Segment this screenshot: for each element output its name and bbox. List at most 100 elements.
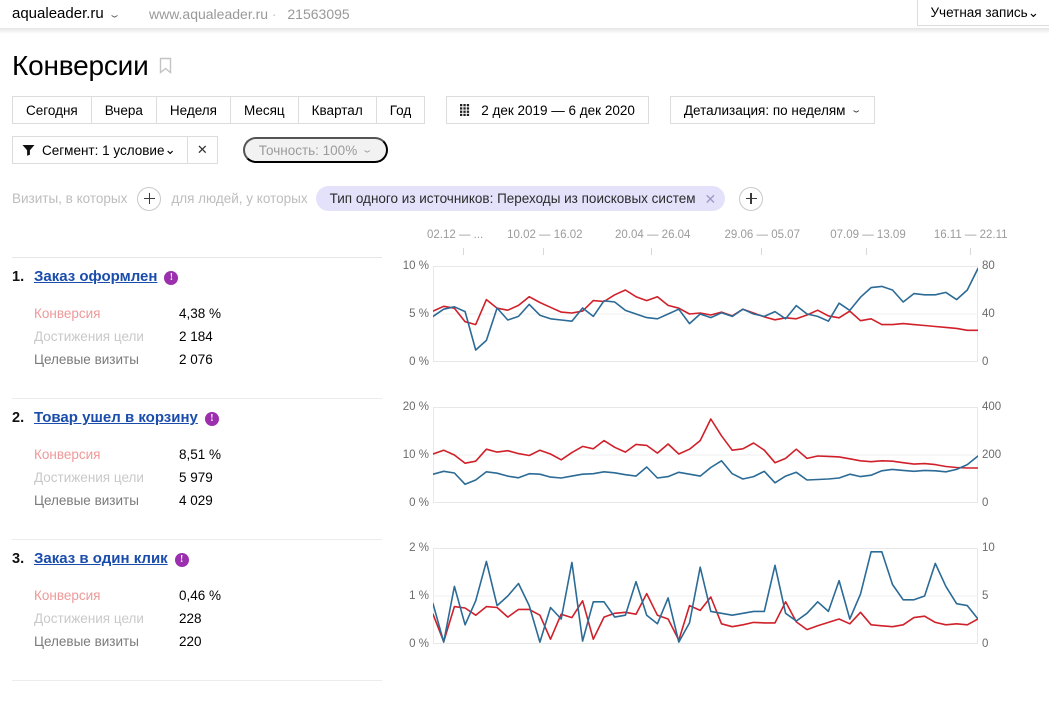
period-button-month[interactable]: Месяц (229, 96, 299, 124)
condition-chip-traffic-source[interactable]: Тип одного из источников: Переходы из по… (315, 186, 726, 211)
condition-chip-label: Тип одного из источников: Переходы из по… (329, 191, 696, 206)
calendar-grid-icon (460, 104, 472, 116)
segment-button[interactable]: Сегмент: 1 условие ⌄ (12, 136, 188, 164)
chart-plot-area[interactable] (433, 266, 978, 362)
metric-value: 8,51 % (179, 446, 222, 462)
chart-x-axis: 02.12 — ... 10.02 — 16.02 20.04 — 26.04 29.… (0, 229, 1049, 257)
add-people-condition-button[interactable] (739, 186, 764, 211)
y-axis-left-tick-label: 10 % (402, 449, 429, 461)
site-url: www.aqualeader.ru (148, 6, 269, 22)
metric-goal-reaches: Достижения цели 2 184 (34, 325, 372, 348)
close-icon[interactable]: ✕ (705, 192, 717, 206)
metric-value: 4,38 % (179, 305, 222, 321)
info-badge-icon[interactable]: ! (174, 552, 189, 567)
period-button-quarter[interactable]: Квартал (297, 96, 377, 124)
y-axis-right-tick-label: 40 (982, 308, 995, 320)
metric-value: 220 (179, 633, 202, 649)
goal-divider (12, 680, 382, 681)
goal-metrics: Конверсия 8,51 % Достижения цели 5 979 Целев… (34, 443, 372, 512)
x-axis-tick-label: 29.06 — 05.07 (724, 229, 800, 241)
goal-row: 3. Заказ в один клик! Конверсия 0,46 % Дости… (0, 540, 1049, 680)
y-axis-left-tick-label: 0 % (409, 638, 429, 650)
x-axis-tick-label: 02.12 — ... (426, 229, 484, 241)
people-condition-label: для людей, у которых (171, 191, 308, 206)
period-button-week[interactable]: Неделя (155, 96, 231, 124)
visits-condition-label: Визиты, в которых (12, 191, 128, 206)
goal-name-link[interactable]: Заказ в один клик (34, 550, 168, 567)
goal-summary: 1. Заказ оформлен! Конверсия 4,38 % Достижен… (12, 258, 372, 371)
chevron-down-icon: ⌄ (164, 142, 176, 157)
accuracy-button[interactable]: Точность: 100% ⌄ (242, 137, 388, 163)
chevron-down-icon: ⌄ (107, 10, 122, 20)
metric-goal-reaches: Достижения цели 5 979 (34, 466, 372, 489)
period-button-today[interactable]: Сегодня (12, 96, 92, 124)
chevron-down-icon: ⌄ (850, 105, 863, 115)
metric-label: Конверсия (34, 446, 101, 462)
account-menu-label: Учетная запись (930, 5, 1028, 20)
y-axis-right-tick-label: 0 (982, 497, 989, 509)
add-visit-condition-button[interactable] (137, 186, 162, 211)
metric-value: 2 184 (179, 328, 213, 344)
y-axis-right-tick-label: 5 (982, 590, 989, 602)
x-axis-tick-mark (969, 248, 971, 255)
goal-chart: 0 % 5 % 10 % 0 40 80 (385, 258, 1049, 398)
metric-conversion: Конверсия 4,38 % (34, 302, 372, 325)
x-axis-tick-mark (866, 248, 868, 255)
goal-title: 3. Заказ в один клик! (12, 540, 372, 568)
y-axis-left-tick-label: 5 % (409, 308, 429, 320)
segment-condition-row: Визиты, в которых для людей, у которых Т… (0, 186, 1049, 211)
segment-label: Сегмент: 1 условие (42, 142, 165, 158)
page-header: Конверсии (0, 34, 1049, 82)
goal-name-link[interactable]: Товар ушел в корзину (34, 409, 198, 426)
y-axis-right-tick-label: 400 (982, 401, 1002, 413)
x-axis-tick-label: 10.02 — 16.02 (507, 229, 583, 241)
period-button-year[interactable]: Год (375, 96, 426, 124)
goal-name-link[interactable]: Заказ оформлен (34, 268, 157, 285)
metric-goal-reaches: Достижения цели 228 (34, 607, 372, 630)
metric-label: Целевые визиты (34, 633, 139, 649)
bookmark-icon[interactable] (159, 57, 172, 79)
goal-chart: 0 % 10 % 20 % 0 200 400 (385, 399, 1049, 539)
x-axis-tick-mark (760, 248, 762, 255)
x-axis-tick-mark (543, 248, 545, 255)
goal-index: 2. (12, 410, 25, 426)
metric-label: Достижения цели (34, 328, 144, 344)
y-axis-right-tick-label: 80 (982, 260, 995, 272)
metric-value: 228 (179, 610, 202, 626)
metric-target-visits: Целевые визиты 220 (34, 630, 372, 653)
goal-metrics: Конверсия 0,46 % Достижения цели 228 Целевые… (34, 584, 372, 653)
metric-label: Конверсия (34, 305, 101, 321)
info-badge-icon[interactable]: ! (204, 411, 219, 426)
segment-clear-button[interactable]: ✕ (187, 136, 218, 164)
goal-summary: 2. Товар ушел в корзину! Конверсия 8,51 % До… (12, 399, 372, 512)
goal-row: 1. Заказ оформлен! Конверсия 4,38 % Достижен… (0, 258, 1049, 398)
y-axis-right-tick-label: 0 (982, 356, 989, 368)
metric-target-visits: Целевые визиты 2 076 (34, 348, 372, 371)
date-range-label: 2 дек 2019 — 6 дек 2020 (481, 102, 635, 118)
metric-value: 0,46 % (179, 587, 222, 603)
x-axis-tick-mark (651, 248, 652, 255)
detail-level-select[interactable]: Детализация: по неделям ⌄ (669, 96, 875, 124)
accuracy-label: Точность: 100% (258, 142, 358, 158)
chevron-down-icon: ⌄ (1027, 4, 1039, 20)
goal-title: 2. Товар ушел в корзину! (12, 399, 372, 427)
chevron-down-icon: ⌄ (361, 145, 374, 155)
period-toolbar: Сегодня Вчера Неделя Месяц Квартал Год 2… (0, 96, 1049, 124)
date-range-button[interactable]: 2 дек 2019 — 6 дек 2020 (446, 96, 649, 124)
chart-plot-area[interactable] (433, 407, 978, 503)
y-axis-left-tick-label: 1 % (409, 590, 429, 602)
account-menu-button[interactable]: Учетная запись ⌄ (917, 0, 1049, 26)
goal-list: 1. Заказ оформлен! Конверсия 4,38 % Достижен… (0, 258, 1049, 681)
goal-row: 2. Товар ушел в корзину! Конверсия 8,51 % До… (0, 399, 1049, 539)
segment-toolbar: Сегмент: 1 условие ⌄ ✕ Точность: 100% ⌄ (0, 136, 1049, 164)
goal-title: 1. Заказ оформлен! (12, 258, 372, 286)
chart-plot-area[interactable] (433, 548, 978, 644)
y-axis-left-tick-label: 10 % (402, 260, 429, 272)
site-selector[interactable]: aqualeader.ru ⌄ (12, 5, 122, 23)
site-name: aqualeader.ru (12, 5, 104, 22)
x-axis-tick-label: 07.09 — 13.09 (830, 229, 906, 241)
info-badge-icon[interactable]: ! (164, 270, 179, 285)
detail-level-label: Детализация: по неделям (683, 102, 846, 118)
period-button-yesterday[interactable]: Вчера (90, 96, 157, 124)
metric-value: 4 029 (179, 492, 213, 508)
